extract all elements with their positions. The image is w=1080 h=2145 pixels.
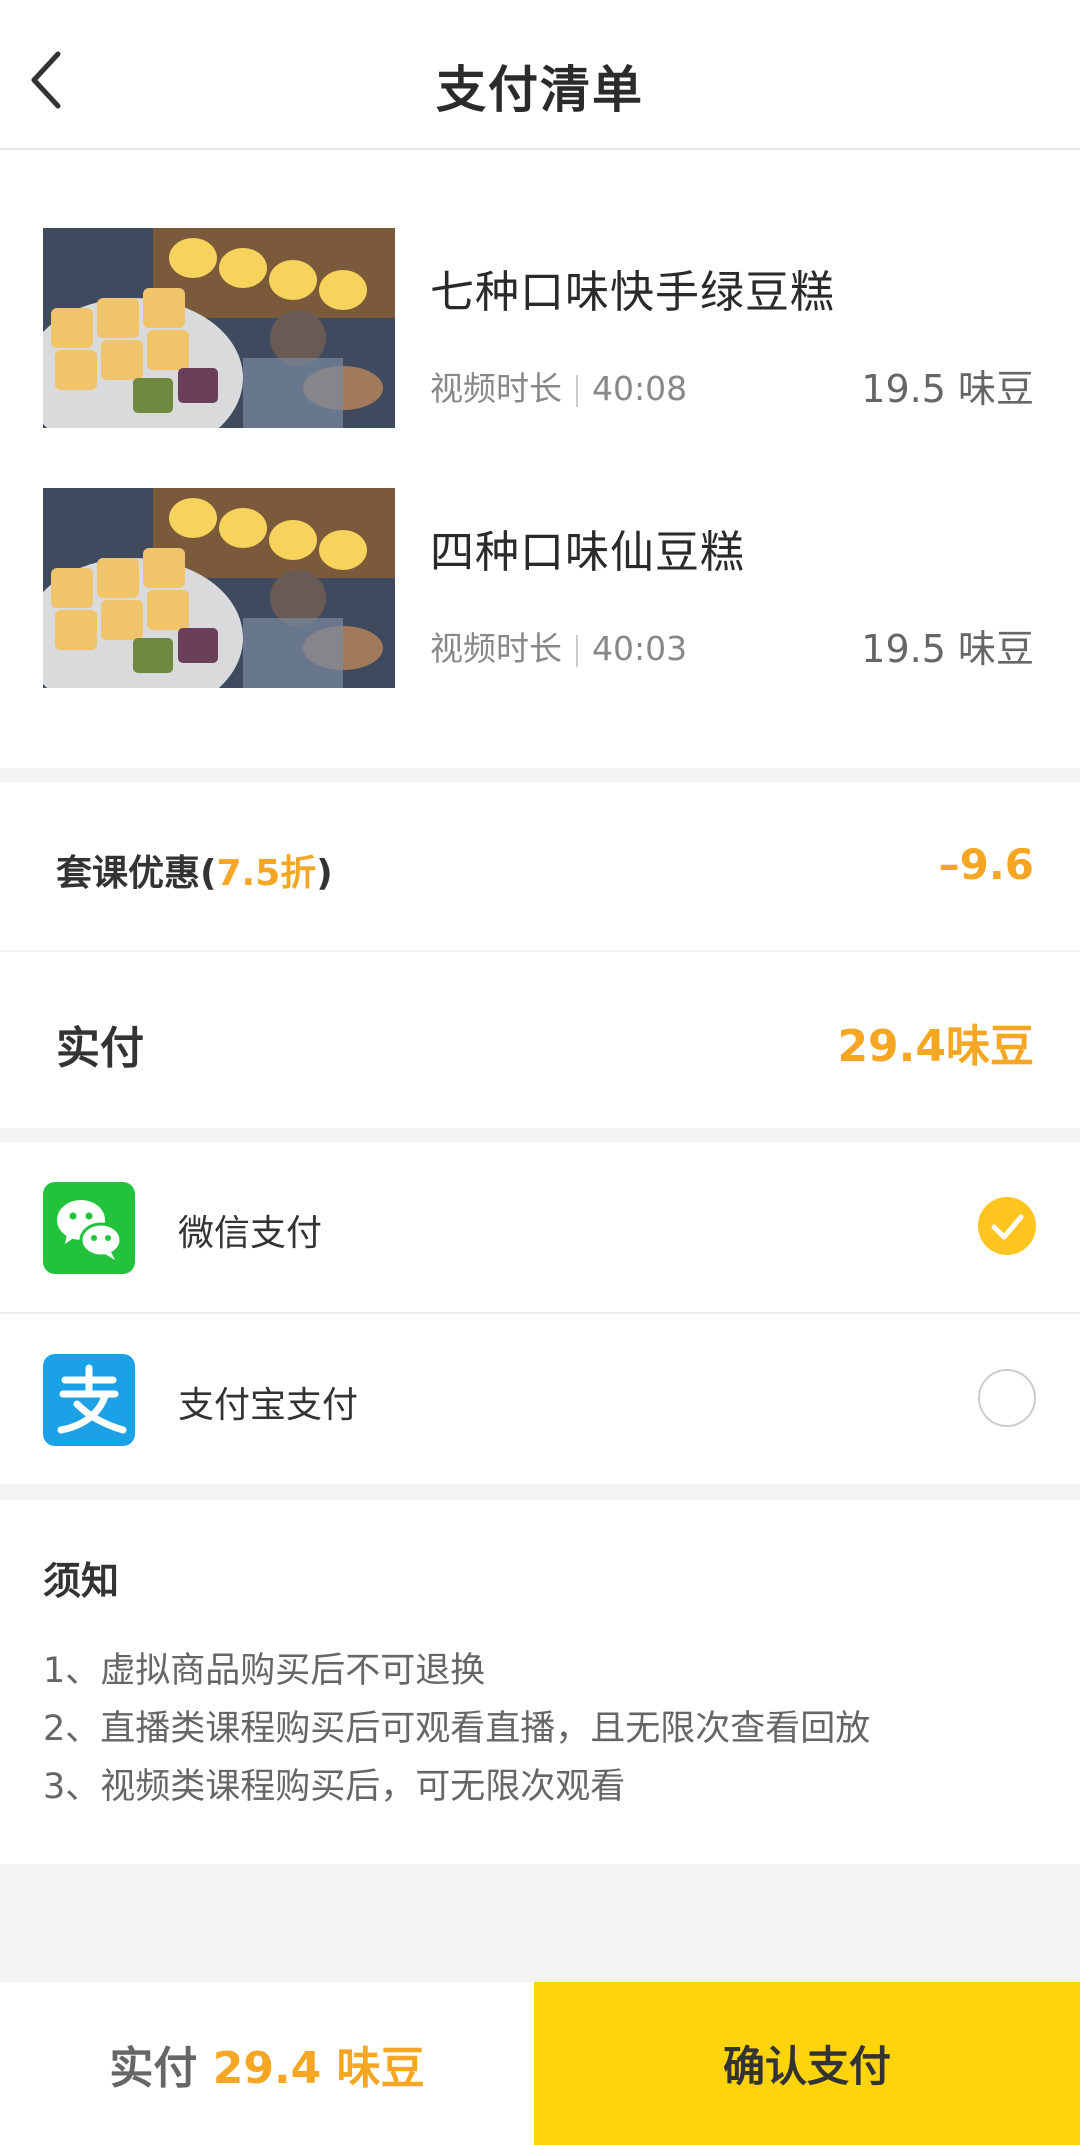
- header-bar: 支付清单: [0, 0, 1080, 150]
- discount-label-prefix: 套课优惠(: [56, 853, 217, 894]
- notice-line: 1、虚拟商品购买后不可退换: [43, 1651, 486, 1691]
- total-value: 29.4 味豆: [212, 2042, 425, 2094]
- notice-section: 须知 1、虚拟商品购买后不可退换 2、直播类课程购买后可观看直播，且无限次查看回…: [0, 1500, 1080, 1864]
- bottom-total: 实付 29.4 味豆: [0, 1982, 534, 2145]
- course-item[interactable]: 七种口味快手绿豆糕 视频时长 40:08 19.5 味豆: [0, 228, 1080, 428]
- duration-value: 40:03: [592, 629, 688, 668]
- course-name: 七种口味快手绿豆糕: [430, 267, 835, 318]
- notice-line: 2、直播类课程购买后可观看直播，且无限次查看回放: [43, 1709, 871, 1749]
- course-duration: 视频时长 40:08: [430, 362, 687, 410]
- duration-label: 视频时长: [430, 629, 562, 668]
- discount-rate: 7.5折: [216, 853, 317, 894]
- course-price: 19.5 味豆: [861, 367, 1034, 411]
- divider: [576, 634, 578, 667]
- course-price: 19.5 味豆: [861, 627, 1034, 671]
- total-label: 实付: [109, 2042, 198, 2094]
- course-item[interactable]: 四种口味仙豆糕 视频时长 40:03 19.5 味豆: [0, 488, 1080, 688]
- payment-option-wechat[interactable]: 微信支付: [0, 1142, 1080, 1314]
- payment-label: 支付宝支付: [178, 1385, 359, 1426]
- course-name: 四种口味仙豆糕: [430, 527, 745, 578]
- discount-label-suffix: ): [316, 853, 333, 894]
- selected-check-icon[interactable]: [978, 1197, 1036, 1255]
- notice-line: 3、视频类课程购买后，可无限次观看: [43, 1767, 626, 1807]
- paid-row: 实付 29.4味豆: [0, 952, 1080, 1128]
- alipay-icon: [43, 1354, 135, 1446]
- discount-value: –9.6: [938, 840, 1034, 889]
- paid-label: 实付: [56, 1023, 144, 1074]
- confirm-pay-button[interactable]: 确认支付: [534, 1982, 1080, 2145]
- discount-label: 套课优惠(7.5折): [56, 844, 333, 896]
- course-thumbnail: [43, 228, 395, 428]
- course-duration: 视频时长 40:03: [430, 622, 687, 670]
- discount-row: 套课优惠(7.5折) –9.6: [0, 782, 1080, 950]
- payment-label: 微信支付: [178, 1213, 323, 1254]
- wechat-icon: [43, 1182, 135, 1274]
- duration-value: 40:08: [592, 369, 688, 408]
- page-title: 支付清单: [436, 61, 644, 119]
- unselected-radio-icon[interactable]: [978, 1369, 1036, 1427]
- duration-label: 视频时长: [430, 369, 562, 408]
- notice-title: 须知: [43, 1559, 120, 1603]
- divider: [576, 374, 578, 407]
- bottom-bar: 实付 29.4 味豆 确认支付: [0, 1982, 1080, 2145]
- paid-value: 29.4味豆: [837, 1021, 1034, 1072]
- course-thumbnail: [43, 488, 395, 688]
- payment-option-alipay[interactable]: 支付宝支付: [0, 1314, 1080, 1484]
- course-list: 七种口味快手绿豆糕 视频时长 40:08 19.5 味豆 四种口味仙豆糕 视频时…: [0, 150, 1080, 768]
